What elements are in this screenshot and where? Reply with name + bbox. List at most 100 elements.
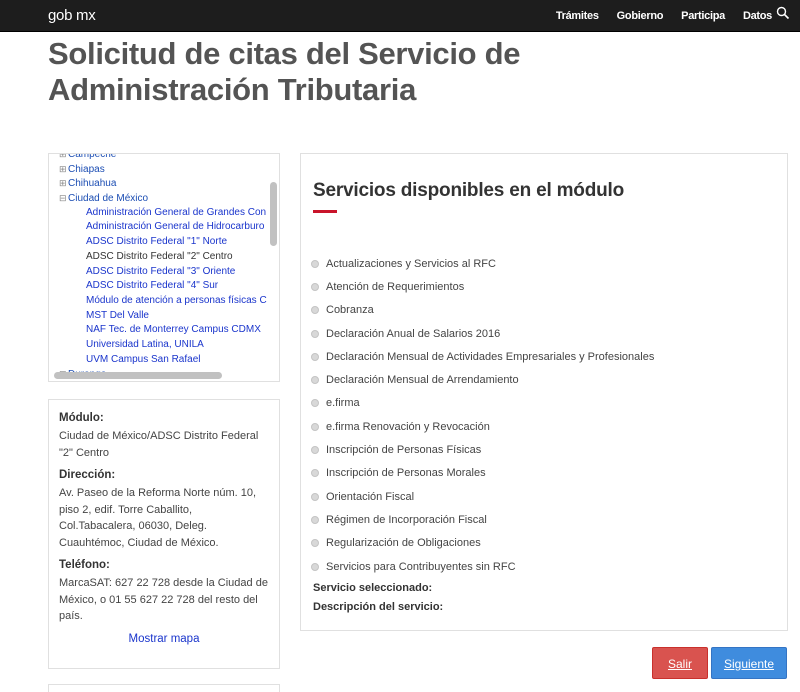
collapse-icon[interactable]: ⊟ [59, 191, 68, 206]
tree-horizontal-scrollbar[interactable] [54, 372, 222, 379]
tree-item-label: ADSC Distrito Federal "4" Sur [86, 280, 219, 292]
tree-list: ⊞Campeche ⊞Chiapas ⊞Chihuahua ⊟Ciudad de Mé… [49, 153, 271, 381]
title-underline [313, 210, 337, 213]
service-option[interactable]: Atención de Requerimientos [311, 275, 654, 298]
tree-office-item[interactable]: MST Del Valle [49, 309, 271, 324]
service-option-label: Declaración Anual de Salarios 2016 [326, 327, 501, 340]
service-option-label: Regularización de Obligaciones [326, 537, 481, 550]
tree-office-item[interactable]: NAF Tec. de Monterrey Campus CDMX [49, 323, 271, 338]
radio-icon[interactable] [311, 539, 319, 548]
direccion-value: Av. Paseo de la Reforma Norte núm. 10, p… [59, 487, 257, 549]
services-list: Actualizaciones y Servicios al RFC Atenci… [311, 252, 654, 578]
service-option[interactable]: Orientación Fiscal [311, 485, 654, 508]
tree-item-label: ADSC Distrito Federal "2" Centro [86, 250, 233, 262]
modulo-value: Ciudad de México/ADSC Distrito Federal "… [59, 430, 259, 459]
service-option[interactable]: e.firma [311, 392, 654, 415]
service-option[interactable]: Cobranza [311, 299, 654, 322]
service-option[interactable]: Actualizaciones y Servicios al RFC [311, 252, 654, 275]
nav-datos[interactable]: Datos [743, 10, 772, 22]
page-title: Solicitud de citas del Servicio de Admin… [48, 36, 521, 107]
tree-office-item[interactable]: UVM Campus San Rafael [49, 353, 271, 368]
tree-office-item[interactable]: ADSC Distrito Federal "2" Centro [49, 250, 271, 265]
tree-office-item[interactable]: Administración General de Hidrocarburo [49, 220, 271, 235]
tree-state-item[interactable]: ⊞Campeche [49, 153, 271, 162]
office-tree: ⊞Campeche ⊞Chiapas ⊞Chihuahua ⊟Ciudad de Mé… [48, 153, 280, 382]
tree-vertical-scrollbar[interactable] [270, 182, 277, 246]
direccion-label: Dirección: [59, 469, 116, 481]
selected-service-label: Servicio seleccionado: [313, 582, 433, 594]
tree-item-label: Módulo de atención a personas físicas C [86, 294, 267, 306]
tree-item-label: Campeche [68, 153, 117, 160]
nav-gobierno[interactable]: Gobierno [617, 10, 664, 22]
radio-icon[interactable] [311, 352, 319, 361]
radio-icon[interactable] [311, 282, 319, 291]
expand-icon[interactable]: ⊞ [59, 162, 68, 177]
tree-office-item[interactable]: ADSC Distrito Federal "3" Oriente [49, 265, 271, 280]
tree-item-label: UVM Campus San Rafael [86, 353, 201, 365]
expand-icon[interactable]: ⊞ [59, 154, 68, 162]
modulo-label: Módulo: [59, 412, 104, 424]
tree-item-label: MST Del Valle [86, 309, 149, 321]
radio-icon[interactable] [311, 259, 319, 268]
tree-office-item[interactable]: ADSC Distrito Federal "1" Norte [49, 235, 271, 250]
service-option[interactable]: Inscripción de Personas Morales [311, 462, 654, 485]
tree-state-item[interactable]: ⊞Chiapas [49, 162, 271, 177]
service-option-label: Orientación Fiscal [326, 490, 415, 503]
service-option-label: Cobranza [326, 304, 374, 317]
service-option-label: Actualizaciones y Servicios al RFC [326, 257, 496, 270]
tree-office-item[interactable]: Módulo de atención a personas físicas C [49, 294, 271, 309]
service-description-label: Descripción del servicio: [313, 601, 444, 613]
radio-icon[interactable] [311, 329, 319, 338]
module-info-panel: Módulo: Ciudad de México/ADSC Distrito F… [48, 399, 280, 669]
expand-icon[interactable]: ⊞ [59, 176, 68, 191]
brand-logo[interactable]: gob mx [48, 7, 96, 24]
show-map-link[interactable]: Mostrar mapa [59, 633, 269, 645]
tree-item-label: Chiapas [68, 163, 105, 175]
telefono-value: MarcaSAT: 627 22 728 desde la Ciudad de … [59, 577, 268, 622]
radio-icon[interactable] [311, 562, 319, 571]
service-option-label: e.firma [326, 397, 360, 410]
tree-item-label: Chihuahua [68, 178, 117, 190]
tree-item-label: Universidad Latina, UNILA [86, 338, 204, 350]
service-option[interactable]: Declaración Anual de Salarios 2016 [311, 322, 654, 345]
tree-state-item[interactable]: ⊟Ciudad de México [49, 191, 271, 206]
radio-icon[interactable] [311, 446, 319, 455]
radio-icon[interactable] [311, 422, 319, 431]
next-panel-stub [48, 684, 280, 692]
tree-item-label: ADSC Distrito Federal "1" Norte [86, 236, 228, 248]
tree-office-item[interactable]: Administración General de Grandes Con [49, 206, 271, 221]
siguiente-button[interactable]: Siguiente [711, 647, 787, 679]
service-option[interactable]: Regularización de Obligaciones [311, 532, 654, 555]
services-panel: Servicios disponibles en el módulo Actua… [300, 153, 788, 631]
search-icon[interactable] [776, 6, 790, 20]
nav-tramites[interactable]: Trámites [556, 10, 599, 22]
tree-state-item[interactable]: ⊞Chihuahua [49, 176, 271, 191]
service-option-label: Inscripción de Personas Físicas [326, 444, 482, 457]
service-option[interactable]: e.firma Renovación y Revocación [311, 415, 654, 438]
tree-item-label: Administración General de Grandes Con [86, 206, 267, 218]
service-option-label: Atención de Requerimientos [326, 280, 465, 293]
service-option-label: Servicios para Contribuyentes sin RFC [326, 560, 516, 573]
services-title: Servicios disponibles en el módulo [313, 180, 624, 201]
radio-icon[interactable] [311, 492, 319, 501]
service-option[interactable]: Servicios para Contribuyentes sin RFC [311, 555, 654, 578]
service-option[interactable]: Régimen de Incorporación Fiscal [311, 508, 654, 531]
telefono-label: Teléfono: [59, 559, 110, 571]
radio-icon[interactable] [311, 399, 319, 408]
service-option[interactable]: Declaración Mensual de Actividades Empre… [311, 345, 654, 368]
radio-icon[interactable] [311, 469, 319, 478]
tree-office-item[interactable]: ADSC Distrito Federal "4" Sur [49, 279, 271, 294]
service-option[interactable]: Inscripción de Personas Físicas [311, 438, 654, 461]
tree-office-item[interactable]: Universidad Latina, UNILA [49, 338, 271, 353]
radio-icon[interactable] [311, 515, 319, 524]
radio-icon[interactable] [311, 306, 319, 315]
tree-item-label: Administración General de Hidrocarburo [86, 221, 265, 233]
service-option[interactable]: Declaración Mensual de Arrendamiento [311, 368, 654, 391]
radio-icon[interactable] [311, 376, 319, 385]
tree-item-label: Ciudad de México [68, 193, 149, 205]
tree-item-label: NAF Tec. de Monterrey Campus CDMX [86, 324, 261, 336]
salir-button[interactable]: Salir [652, 647, 708, 679]
nav-participa[interactable]: Participa [681, 10, 725, 22]
tree-item-label: ADSC Distrito Federal "3" Oriente [86, 265, 236, 277]
service-option-label: Régimen de Incorporación Fiscal [326, 513, 487, 526]
